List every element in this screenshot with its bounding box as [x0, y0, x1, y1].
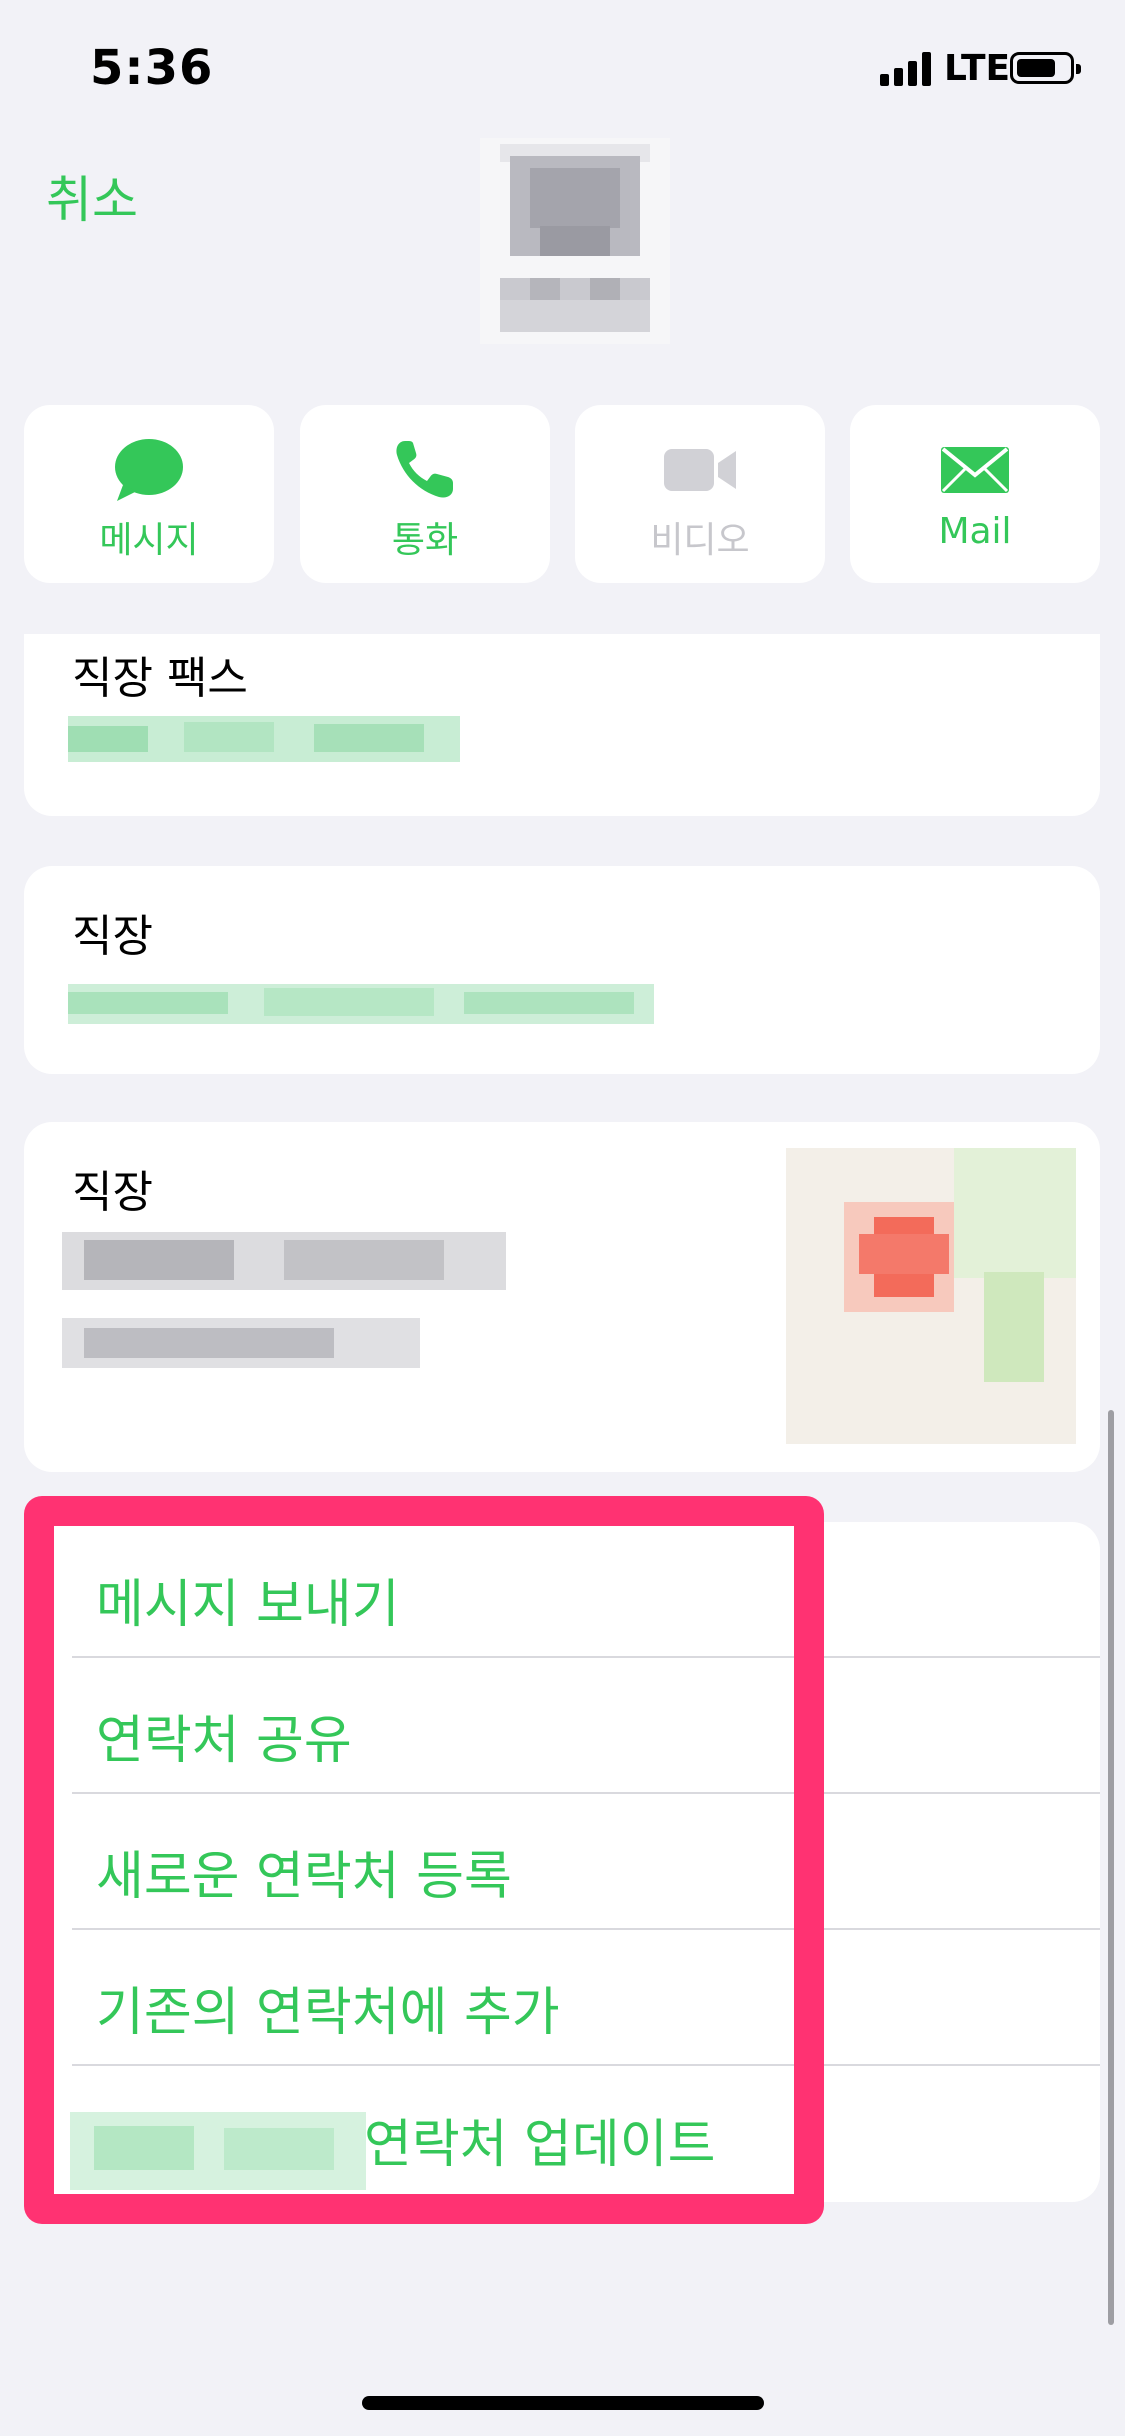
- mail-action-button[interactable]: Mail: [850, 405, 1100, 583]
- mail-action-label: Mail: [938, 511, 1012, 552]
- video-action-button[interactable]: 비디오: [575, 405, 825, 583]
- message-action-button[interactable]: 메시지: [24, 405, 274, 583]
- message-action-label: 메시지: [99, 520, 199, 561]
- cancel-button[interactable]: 취소: [46, 160, 138, 232]
- call-action-label: 통화: [391, 520, 459, 561]
- video-action-label: 비디오: [650, 520, 750, 561]
- envelope-icon: [935, 435, 1015, 505]
- status-time: 5:36: [90, 40, 214, 96]
- network-type: LTE: [944, 48, 1011, 89]
- contact-avatar: [480, 138, 670, 344]
- call-action-button[interactable]: 통화: [300, 405, 550, 583]
- work-fax-label: 직장 팩스: [72, 653, 248, 704]
- highlight-box: [24, 1496, 824, 2224]
- cellular-signal-icon: [880, 52, 932, 86]
- phone-icon: [385, 435, 465, 505]
- work-address-field[interactable]: 직장: [24, 1122, 1100, 1472]
- battery-icon: [1010, 52, 1081, 84]
- message-bubble-icon: [109, 435, 189, 505]
- home-indicator[interactable]: [362, 2396, 764, 2410]
- work-email-label: 직장: [72, 911, 153, 962]
- work-address-label: 직장: [72, 1167, 153, 1218]
- work-email-field[interactable]: 직장: [24, 866, 1100, 1074]
- video-camera-icon: [660, 435, 740, 505]
- work-fax-field[interactable]: 직장 팩스: [24, 634, 1100, 816]
- scrollbar[interactable]: [1108, 1410, 1114, 2325]
